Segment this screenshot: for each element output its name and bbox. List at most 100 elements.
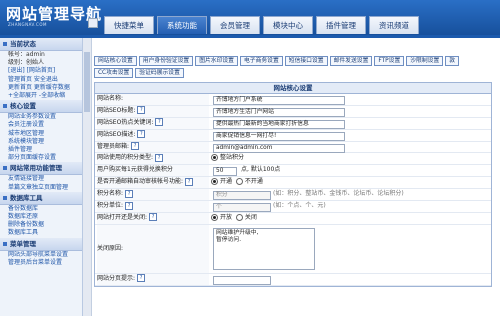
- sidebar-section-core[interactable]: 核心设置: [0, 100, 82, 114]
- close-reason-textarea[interactable]: 网站维护升级中, 暂停访问.: [213, 227, 315, 270]
- sidebar-item[interactable]: 部分页面缓存设置: [0, 154, 82, 162]
- sidebar-section-common[interactable]: 网站常用功能管理: [0, 162, 82, 176]
- sidebar-item[interactable]: 会员注册设置: [0, 121, 82, 129]
- help-icon[interactable]: ?: [155, 118, 164, 127]
- admin-email-input[interactable]: admin@admin.com: [213, 143, 345, 153]
- field-label: 网站分页提示:?: [97, 273, 209, 285]
- form-row-site-name: 网站名称: 齐博地方门户系统: [95, 94, 491, 106]
- field-label: 管理员邮箱:?: [97, 141, 209, 153]
- radio-button[interactable]: [235, 178, 243, 186]
- field-label: 网站SEO热点关键词:?: [97, 117, 209, 129]
- sidebar-item[interactable]: 管理员后台菜单设置: [0, 259, 82, 267]
- tab-plugin-management[interactable]: 插件管理: [316, 16, 366, 34]
- sidebar-section-status[interactable]: 当前状态: [0, 38, 82, 51]
- field-label: 网站使用的积分类型:?: [97, 153, 209, 165]
- form-row-close-reason: 关闭原因: 网站维护升级中, 暂停访问.: [95, 224, 491, 274]
- tag-core-settings[interactable]: 网站核心设置: [94, 56, 137, 66]
- help-icon[interactable]: ?: [155, 153, 164, 162]
- radio-label: 不开通: [244, 178, 263, 186]
- home-icon[interactable]: [88, 18, 98, 28]
- logout-home-links[interactable]: [退出] [网站首页]: [0, 67, 82, 75]
- help-icon[interactable]: ?: [137, 106, 146, 115]
- main-nav: 快捷菜单 系统功能 会员管理 模块中心 插件管理 资讯频道: [104, 16, 419, 35]
- sidebar-item[interactable]: 备份数据库: [0, 205, 82, 213]
- form-row-email-audit: 是否开通邮箱自动审核帐号功能:? 开通 不开通: [95, 177, 491, 190]
- tag-ftp-settings[interactable]: FTP设置: [374, 56, 405, 66]
- sidebar-scrollbar[interactable]: [83, 38, 92, 316]
- field-label: 是否开通邮箱自动审核帐号功能:?: [97, 177, 209, 189]
- site-name-input[interactable]: 齐博地方门户系统: [213, 96, 345, 105]
- site-open-radio[interactable]: 开放 关闭: [211, 213, 257, 224]
- expand-collapse-link[interactable]: +全部展开 -全部收缩: [0, 92, 82, 100]
- sidebar-item[interactable]: 单篇文章独立页面管理: [0, 184, 82, 192]
- sidebar-item[interactable]: 数据库工具: [0, 229, 82, 237]
- seo-keywords-input[interactable]: 提供最热门最新的当地商家打折信息: [213, 119, 345, 129]
- points-per-yuan-input[interactable]: 50: [213, 167, 237, 177]
- tab-system-functions[interactable]: 系统功能: [157, 16, 207, 34]
- field-label: 网站打开还是关闭:?: [97, 212, 209, 224]
- sidebar-item[interactable]: 友情链接管理: [0, 175, 82, 183]
- points-unit-input[interactable]: 个: [213, 203, 271, 213]
- field-label: 关闭原因:: [97, 224, 209, 273]
- sidebar-item[interactable]: 系统模块管理: [0, 138, 82, 146]
- radio-label: 关闭: [244, 213, 257, 221]
- tag-captcha-settings[interactable]: 验证码展示设置: [135, 68, 184, 78]
- field-label: 网站SEO描述:?: [97, 129, 209, 141]
- form-row-seo-description: 网站SEO描述:? 商家促销信息一网打尽!: [95, 129, 491, 142]
- form-row-points-name: 积分名称:? 积分 (如：积分、整站币、金钱币、论坛币、论坛积分): [95, 189, 491, 202]
- core-settings-form: 网站核心设置 网站名称: 齐博地方门户系统 网站SEO标题:? 齐博地方生活门户…: [94, 82, 492, 287]
- tab-member-management[interactable]: 会员管理: [210, 16, 260, 34]
- tag-watermark-settings[interactable]: 图片水印设置: [195, 56, 238, 66]
- sidebar-item[interactable]: 插件管理: [0, 146, 82, 154]
- radio-button[interactable]: [235, 213, 243, 221]
- tag-ecommerce-settings[interactable]: 电子商务设置: [239, 56, 283, 66]
- field-label: 积分单位:?: [97, 201, 209, 212]
- form-row-site-open: 网站打开还是关闭:? 开放 关闭: [95, 212, 491, 225]
- radio-button[interactable]: [211, 213, 218, 221]
- update-cache-link[interactable]: 更新首页 更新缓存数据: [0, 84, 82, 92]
- tag-auth-settings[interactable]: 用户身份验证设置: [138, 56, 194, 66]
- email-audit-radio[interactable]: 开通 不开通: [211, 177, 263, 188]
- help-icon[interactable]: ?: [131, 142, 140, 151]
- field-label: 网站名称:: [97, 94, 209, 105]
- points-name-hint: (如：积分、整站币、金钱币、论坛币、论坛积分): [273, 190, 404, 198]
- sidebar-section-db[interactable]: 数据库工具: [0, 191, 82, 205]
- sidebar-section-menu[interactable]: 菜单管理: [0, 237, 82, 251]
- admin-home-link[interactable]: 管理首页 安全退出: [0, 76, 82, 84]
- help-icon[interactable]: ?: [149, 213, 158, 222]
- points-type-radio[interactable]: 整站积分: [211, 153, 244, 164]
- sidebar-item[interactable]: 网站头部导航菜单设置: [0, 251, 82, 259]
- tag-extra[interactable]: 敦: [445, 56, 460, 66]
- field-label: 网站SEO标题:?: [97, 105, 209, 117]
- form-row-points-type: 网站使用的积分类型:? 整站积分: [95, 153, 491, 166]
- points-name-input[interactable]: 积分: [213, 191, 271, 201]
- help-icon[interactable]: ?: [125, 201, 134, 210]
- tab-quick-menu[interactable]: 快捷菜单: [104, 16, 154, 34]
- radio-label: 整站积分: [220, 154, 245, 162]
- help-icon[interactable]: ?: [137, 274, 146, 283]
- pagination-hint-input[interactable]: [213, 275, 271, 285]
- top-header: 网站管理导航 ZHANGNAV.COM 快捷菜单 系统功能 会员管理 模块中心 …: [0, 0, 500, 35]
- sidebar-item[interactable]: 城市地区管理: [0, 130, 82, 138]
- seo-description-input[interactable]: 商家促销信息一网打尽!: [213, 131, 345, 141]
- tag-limit-settings[interactable]: 沙限制设置: [406, 56, 444, 66]
- field-label: 用户购买每1元获得兑换积分: [97, 165, 209, 177]
- help-icon[interactable]: ?: [125, 189, 134, 198]
- tab-news-channel[interactable]: 资讯频道: [369, 16, 419, 34]
- form-row-points-unit: 积分单位:? 个 (如：个点、个、元): [95, 201, 491, 213]
- scrollbar-thumb[interactable]: [84, 52, 90, 112]
- form-row-seo-title: 网站SEO标题:? 齐博地方生活门户网站: [95, 105, 491, 118]
- seo-title-input[interactable]: 齐博地方生活门户网站: [213, 107, 345, 117]
- tag-cc-attack-settings[interactable]: CC攻击设置: [94, 68, 134, 78]
- radio-button[interactable]: [211, 178, 218, 186]
- radio-button[interactable]: [211, 154, 218, 162]
- form-row-seo-keywords: 网站SEO热点关键词:? 提供最热门最新的当地商家打折信息: [95, 117, 491, 130]
- tab-module-center[interactable]: 模块中心: [263, 16, 313, 34]
- field-label: 积分名称:?: [97, 189, 209, 201]
- help-icon[interactable]: ?: [185, 177, 194, 186]
- points-per-yuan-suffix: 点, 默认100点: [241, 166, 281, 174]
- tag-mail-settings[interactable]: 邮件发送设置: [329, 56, 373, 66]
- help-icon[interactable]: ?: [137, 130, 146, 139]
- main-content: 网站核心设置 用户身份验证设置 图片水印设置 电子商务设置 短信接口设置 邮件发送设置 FT…: [92, 38, 500, 316]
- tag-sms-settings[interactable]: 短信接口设置: [284, 56, 328, 66]
